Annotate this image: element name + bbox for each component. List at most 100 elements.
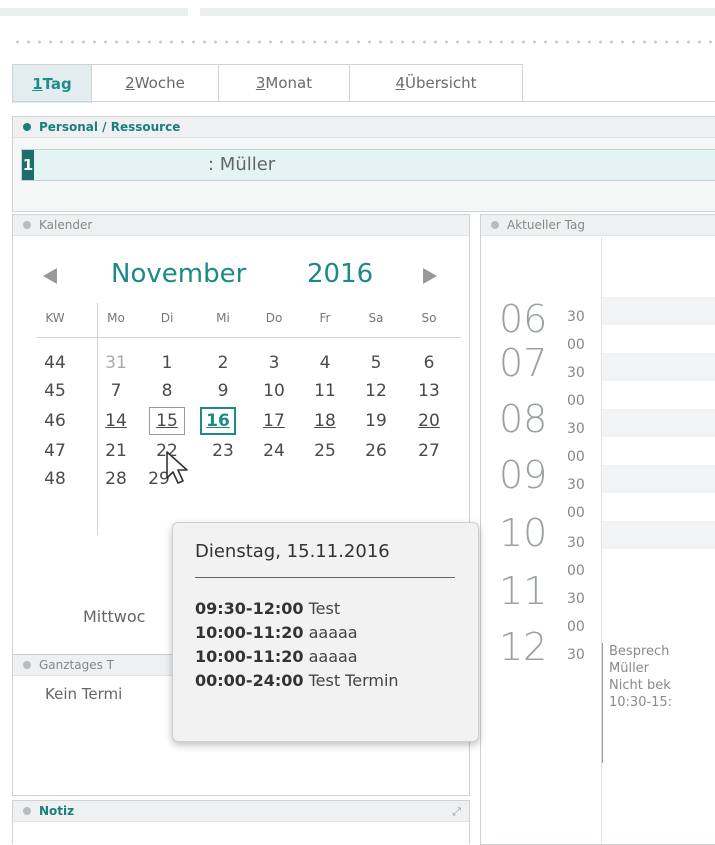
view-tabs: 1 Tag 2 Woche 3 Monat 4 Übersicht	[12, 64, 523, 103]
appointment-status: Nicht bek	[609, 678, 671, 693]
day-cell[interactable]: 1	[149, 353, 185, 373]
tooltip-entry: 00:00-24:00 Test Termin	[195, 671, 399, 690]
week-number: 46	[44, 411, 66, 431]
weekday-header-cell: Sa	[368, 311, 384, 325]
time-slot[interactable]	[602, 325, 715, 353]
day-cell[interactable]: 23	[205, 441, 241, 461]
expand-icon[interactable]: ⤢	[452, 805, 461, 819]
day-cell-today[interactable]: 16	[200, 407, 236, 435]
tab-key: 4	[395, 74, 406, 92]
day-cell[interactable]: 10	[256, 381, 292, 401]
kw-header: KW	[45, 311, 65, 325]
entry-text: Test Termin	[303, 671, 399, 690]
resource-name: : Müller	[208, 154, 276, 175]
year-label[interactable]: 2016	[307, 259, 373, 289]
selected-day-label: Mittwoc	[83, 607, 146, 626]
resource-number: 1	[22, 150, 34, 180]
mouse-cursor-icon	[165, 450, 193, 490]
day-cell[interactable]: 14	[98, 411, 134, 431]
entry-text: Test	[303, 599, 341, 618]
month-label[interactable]: November	[111, 259, 246, 289]
hour-label: 08	[499, 397, 548, 441]
top-bar	[0, 8, 715, 16]
minute-label: 30	[567, 477, 585, 493]
weekday-header-cell: Mi	[216, 311, 230, 325]
weekday-header-cell: So	[421, 311, 437, 325]
resource-field[interactable]: 1 : Müller	[21, 149, 715, 181]
day-cell[interactable]: 2	[205, 353, 241, 373]
time-slot[interactable]	[602, 493, 715, 521]
day-cell[interactable]: 9	[205, 381, 241, 401]
appointment-block[interactable]: Besprech Müller Nicht bek 10:30-15:	[602, 643, 715, 763]
day-cell[interactable]: 17	[256, 411, 292, 431]
tooltip-title: Dienstag, 15.11.2016	[195, 541, 390, 562]
tab-monat[interactable]: 3 Monat	[218, 64, 350, 101]
note-panel: Notiz ⤢	[12, 800, 470, 844]
dotted-divider	[12, 40, 715, 44]
tab-woche[interactable]: 2 Woche	[91, 64, 219, 101]
status-dot-icon	[23, 661, 31, 669]
panel-header: Aktueller Tag	[481, 215, 715, 236]
day-cell[interactable]: 31	[98, 353, 134, 373]
tab-label: Woche	[134, 74, 185, 92]
entry-time: 10:00-11:20	[195, 623, 304, 642]
panel-title: Personal / Ressource	[39, 120, 181, 134]
day-cell[interactable]: 6	[411, 353, 447, 373]
time-slot[interactable]	[602, 353, 715, 381]
minute-label: 00	[567, 563, 585, 579]
minute-label: 00	[567, 449, 585, 465]
tab-key: 1	[32, 75, 43, 93]
day-cell[interactable]: 11	[307, 381, 343, 401]
week-number: 48	[44, 469, 66, 489]
tab-label: Tag	[42, 75, 72, 93]
minute-label: 00	[567, 619, 585, 635]
hour-label: 12	[499, 625, 548, 669]
day-cell[interactable]: 4	[307, 353, 343, 373]
day-cell[interactable]: 19	[358, 411, 394, 431]
day-cell[interactable]: 8	[149, 381, 185, 401]
day-cell[interactable]: 21	[98, 441, 134, 461]
day-cell[interactable]: 18	[307, 411, 343, 431]
day-cell[interactable]: 5	[358, 353, 394, 373]
day-slots[interactable]: Besprech Müller Nicht bek 10:30-15:	[601, 237, 715, 844]
empty-state-text: Kein Termi	[45, 685, 123, 703]
time-slot[interactable]	[602, 549, 715, 577]
weekday-header-cell: Di	[160, 311, 174, 325]
panel-header: Personal / Ressource	[13, 117, 715, 138]
day-cell[interactable]: 12	[358, 381, 394, 401]
time-slot[interactable]	[602, 297, 715, 325]
entry-time: 00:00-24:00	[195, 671, 304, 690]
day-cell[interactable]: 27	[411, 441, 447, 461]
day-cell[interactable]: 3	[256, 353, 292, 373]
day-cell-hovered[interactable]: 15	[149, 407, 185, 435]
day-cell[interactable]: 28	[98, 469, 134, 489]
panel-header: Notiz	[13, 801, 469, 822]
appointment-person: Müller	[609, 661, 650, 676]
time-slot[interactable]	[602, 521, 715, 549]
tab-strip-line	[12, 101, 715, 102]
day-cell[interactable]: 26	[358, 441, 394, 461]
tab-label: Übersicht	[405, 74, 477, 92]
time-slot[interactable]	[602, 381, 715, 409]
day-cell[interactable]: 24	[256, 441, 292, 461]
day-cell[interactable]: 7	[98, 381, 134, 401]
current-day-panel: Aktueller Tag 06 30 00 07 30 00 08 30 00…	[480, 214, 715, 845]
time-slot[interactable]	[602, 437, 715, 465]
minute-label: 30	[567, 365, 585, 381]
weekday-header-cell: Mo	[107, 311, 125, 325]
hour-label: 06	[499, 297, 548, 341]
hour-label: 09	[499, 453, 548, 497]
time-slot[interactable]	[602, 409, 715, 437]
header-divider	[37, 337, 461, 338]
next-month-icon[interactable]	[423, 268, 437, 284]
time-column: 06 30 00 07 30 00 08 30 00 09 30 00 10 3…	[481, 237, 601, 844]
week-number: 44	[44, 353, 66, 373]
day-cell[interactable]: 25	[307, 441, 343, 461]
tab-tag[interactable]: 1 Tag	[12, 64, 92, 103]
time-slot[interactable]	[602, 465, 715, 493]
tab-uebersicht[interactable]: 4 Übersicht	[349, 64, 523, 101]
day-cell[interactable]: 13	[411, 381, 447, 401]
day-cell[interactable]: 20	[411, 411, 447, 431]
prev-month-icon[interactable]	[43, 268, 57, 284]
appointment-time: 10:30-15:	[609, 695, 673, 710]
